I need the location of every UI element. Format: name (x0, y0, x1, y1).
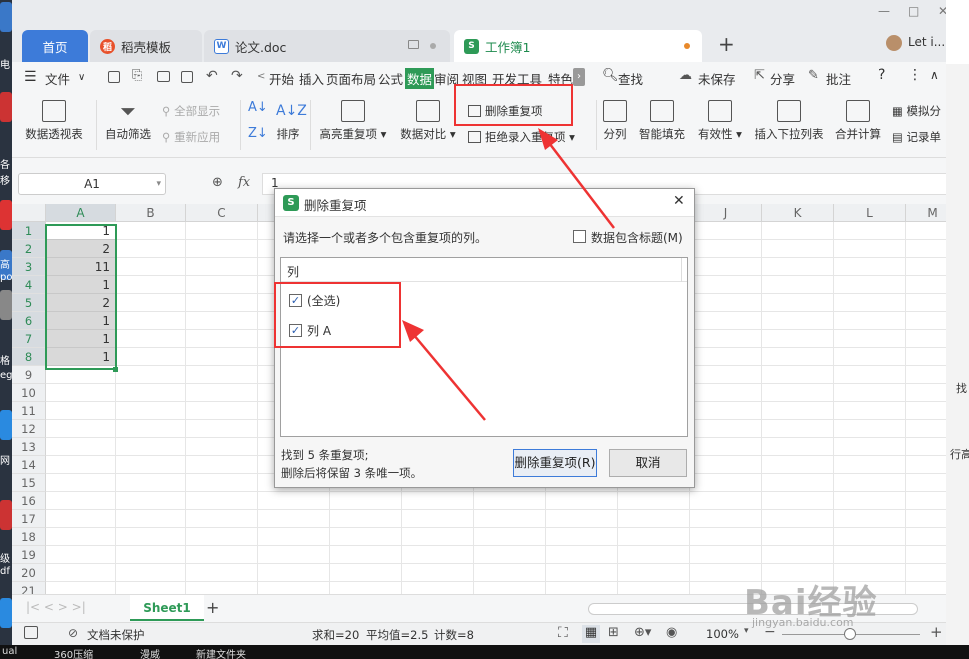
annotation-arrow-line (542, 134, 615, 229)
annotation-arrow-line (407, 327, 486, 421)
annotation-arrowhead (402, 320, 424, 342)
watermark-url: jingyan.baidu.com (752, 616, 854, 629)
annotation-arrows (402, 128, 615, 421)
annotation-arrowhead (538, 128, 558, 150)
